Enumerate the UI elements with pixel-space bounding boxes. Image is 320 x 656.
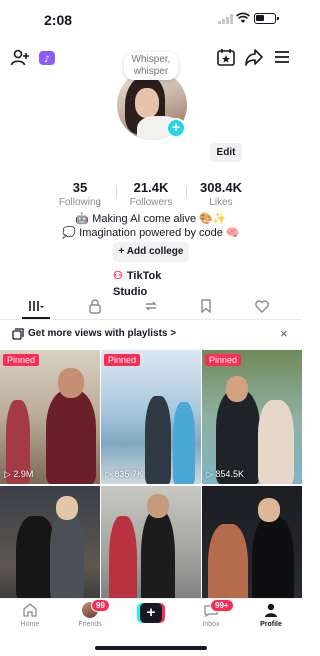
stat-value: 308.4K (200, 180, 242, 195)
friends-badge: 99 (91, 599, 110, 612)
share-icon[interactable] (244, 47, 264, 67)
tab-favorites[interactable] (188, 292, 224, 319)
heart-icon (255, 299, 269, 313)
playlist-banner-text: Get more views with playlists > (28, 328, 177, 339)
playlist-banner[interactable]: Get more views with playlists > × (0, 325, 302, 345)
nav-friends[interactable]: Friends (60, 602, 120, 628)
nav-label: Inbox (202, 621, 220, 628)
bio-line-2: 💭 Imagination powered by code 🧠 (62, 227, 240, 239)
status-bar: 2:08 (0, 0, 302, 40)
add-college-button[interactable]: + Add college (113, 242, 189, 262)
home-icon (23, 603, 37, 617)
profile-icon (265, 603, 277, 617)
lock-icon (89, 298, 101, 314)
nav-home[interactable]: Home (0, 602, 60, 628)
add-avatar-plus-icon[interactable]: + (166, 118, 186, 138)
pinned-badge: Pinned (104, 354, 141, 366)
tiktok-studio-link[interactable]: ⚇ TikTok Studio (113, 268, 193, 298)
battery-icon (254, 13, 279, 24)
bookmark-icon (201, 298, 211, 314)
pinned-badge: Pinned (3, 354, 40, 366)
cellular-signal-icon (218, 14, 233, 24)
home-indicator (95, 646, 207, 650)
stat-following[interactable]: 35 Following (45, 180, 115, 208)
stat-value: 21.4K (133, 180, 169, 195)
video-thumbnail[interactable]: Pinned ▷ 835.7K (101, 350, 201, 484)
inbox-badge: 99+ (210, 599, 234, 612)
stat-label: Following (58, 197, 102, 208)
edit-profile-button[interactable]: Edit (210, 143, 242, 162)
stat-value: 35 (72, 180, 88, 195)
tab-videos[interactable] (18, 292, 54, 319)
repost-icon (145, 301, 157, 310)
stat-followers[interactable]: 21.4K Followers (116, 180, 186, 208)
tab-liked[interactable] (244, 292, 280, 319)
playlist-icon (12, 328, 24, 340)
plus-icon: + (140, 603, 162, 623)
close-icon[interactable]: × (280, 326, 288, 341)
video-thumbnail[interactable]: Pinned ▷ 854.5K (202, 350, 302, 484)
content-tabs (0, 292, 302, 320)
grid-bars-icon (29, 300, 44, 311)
calendar-star-icon[interactable] (216, 47, 236, 67)
nav-label: Profile (260, 621, 282, 628)
stat-likes[interactable]: 308.4K Likes (186, 180, 256, 208)
view-count: ▷ 2.9M (4, 469, 34, 479)
profile-note[interactable]: Whisper, whisper (124, 52, 178, 80)
add-friend-icon[interactable] (10, 48, 30, 68)
video-grid: Pinned ▷ 2.9M Pinned ▷ 835.7K Pinned ▷ 8… (0, 350, 302, 620)
video-thumbnail[interactable]: Pinned ▷ 2.9M (0, 350, 100, 484)
svg-text:♪: ♪ (44, 55, 50, 65)
wifi-icon (236, 12, 250, 23)
view-count: ▷ 835.7K (105, 469, 143, 479)
pinned-badge: Pinned (205, 354, 242, 366)
stat-label: Likes (209, 197, 233, 208)
menu-icon[interactable] (272, 47, 292, 67)
nav-profile[interactable]: Profile (241, 602, 301, 628)
view-count: ▷ 854.5K (206, 469, 244, 479)
tab-private[interactable] (77, 292, 113, 319)
tiktok-switch-icon[interactable]: ♪ (38, 48, 58, 68)
studio-icon: ⚇ (113, 270, 123, 282)
tab-reposts[interactable] (133, 292, 169, 319)
stat-label: Followers (129, 197, 173, 208)
status-time: 2:08 (44, 12, 73, 28)
active-tab-indicator (22, 317, 50, 319)
bio-line-1: 🤖 Making AI come alive 🎨✨ (75, 213, 227, 225)
create-button[interactable]: + (137, 603, 165, 623)
nav-label: Friends (78, 621, 102, 628)
nav-label: Home (20, 621, 40, 628)
